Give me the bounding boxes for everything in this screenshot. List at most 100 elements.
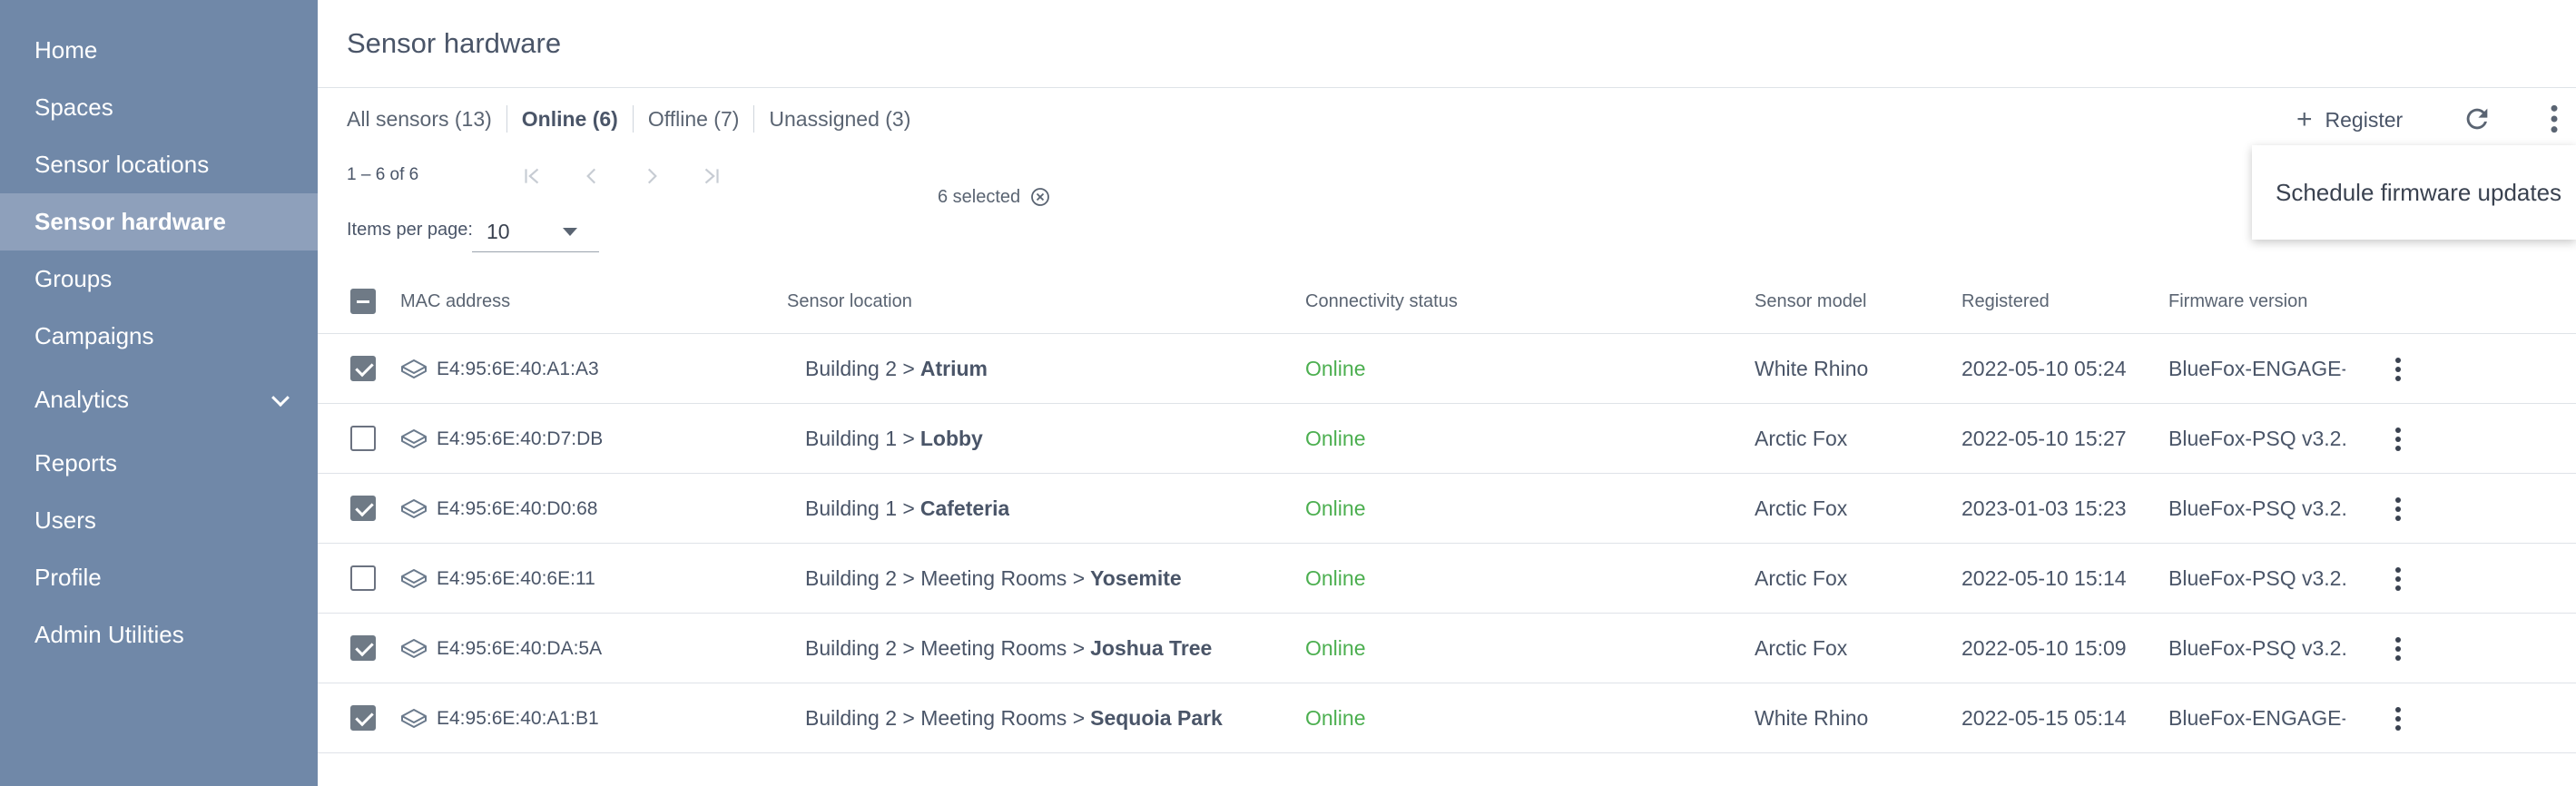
sidebar-item-profile[interactable]: Profile: [0, 549, 318, 606]
sidebar-item-label: Reports: [34, 449, 118, 477]
registered-date: 2022-05-10 15:14: [1961, 566, 2127, 590]
first-page-button[interactable]: [508, 160, 556, 192]
sidebar-item-label: Sensor locations: [34, 151, 210, 178]
sidebar-item-label: Admin Utilities: [34, 621, 184, 648]
sensor-location[interactable]: Building 2 > Meeting Rooms > Yosemite: [805, 544, 1182, 614]
location-path: Building 2 > Meeting Rooms >: [805, 706, 1086, 730]
location-name: Cafeteria: [919, 496, 1010, 520]
connectivity-status: Online: [1305, 636, 1366, 660]
sidebar-item-campaigns[interactable]: Campaigns: [0, 308, 318, 365]
connectivity-status: Online: [1305, 496, 1366, 520]
next-page-button[interactable]: [628, 160, 675, 192]
menu-item-schedule-firmware-updates[interactable]: Schedule firmware updates: [2252, 145, 2576, 240]
location-name: Yosemite: [1090, 566, 1182, 590]
mac-address[interactable]: E4:95:6E:40:A1:A3: [437, 334, 599, 404]
chevron-left-icon: [586, 168, 596, 184]
tab-online[interactable]: Online (6): [506, 105, 633, 133]
last-page-icon: [704, 168, 719, 184]
sensor-location[interactable]: Building 1 > Lobby: [805, 404, 983, 474]
sensor-location[interactable]: Building 2 > Atrium: [805, 334, 988, 404]
sensor-icon: [401, 639, 427, 658]
items-per-page-value: 10: [487, 220, 510, 243]
tab-unassigned[interactable]: Unassigned (3): [753, 105, 925, 133]
sensor-model: Arctic Fox: [1755, 427, 1848, 450]
sidebar-item-home[interactable]: Home: [0, 22, 318, 79]
table-row[interactable]: E4:95:6E:40:A1:A3 Building 2 > Atrium Onlin…: [318, 334, 2576, 404]
sidebar-item-groups[interactable]: Groups: [0, 251, 318, 308]
sidebar-item-label: Analytics: [34, 386, 130, 413]
column-header-status[interactable]: Connectivity status: [1305, 269, 1458, 334]
clear-selection-icon[interactable]: [1029, 186, 1051, 208]
sidebar-item-reports[interactable]: Reports: [0, 435, 318, 492]
items-per-page-select[interactable]: 10: [472, 212, 599, 252]
sensor-location[interactable]: Building 2 > Meeting Rooms > Joshua Tree: [805, 614, 1212, 683]
mac-address[interactable]: E4:95:6E:40:6E:11: [437, 544, 595, 614]
pagination-controls: [508, 160, 735, 192]
register-label: Register: [2325, 107, 2404, 132]
location-path: Building 1 >: [805, 427, 915, 450]
menu-item-label: Schedule firmware updates: [2276, 178, 2562, 206]
column-header-mac[interactable]: MAC address: [400, 269, 510, 334]
last-page-button[interactable]: [688, 160, 735, 192]
tab-all-sensors[interactable]: All sensors (13): [347, 105, 506, 133]
row-more-icon[interactable]: [2387, 422, 2409, 457]
refresh-icon[interactable]: [2462, 103, 2492, 134]
row-more-icon[interactable]: [2387, 492, 2409, 526]
sidebar-item-analytics[interactable]: Analytics: [0, 371, 318, 428]
firmware-version: BlueFox-PSQ v3.2.4: [2168, 496, 2345, 520]
table-row[interactable]: E4:95:6E:40:A1:B1 Building 2 > Meeting Ro…: [318, 683, 2576, 753]
location-name: Joshua Tree: [1090, 636, 1213, 660]
tab-offline[interactable]: Offline (7): [632, 105, 754, 133]
more-vertical-icon[interactable]: [2542, 102, 2567, 136]
sidebar-item-spaces[interactable]: Spaces: [0, 79, 318, 136]
table-row[interactable]: E4:95:6E:40:D7:DB Building 1 > Lobby Online…: [318, 404, 2576, 474]
table-row[interactable]: E4:95:6E:40:DA:5A Building 2 > Meeting Ro…: [318, 614, 2576, 683]
mac-address[interactable]: E4:95:6E:40:D7:DB: [437, 404, 603, 474]
location-path: Building 2 > Meeting Rooms >: [805, 566, 1086, 590]
table-row[interactable]: E4:95:6E:40:D0:68 Building 1 > Cafeteria On…: [318, 474, 2576, 544]
row-checkbox[interactable]: [350, 565, 376, 591]
page-title: Sensor hardware: [347, 27, 562, 59]
sidebar-item-sensor-hardware[interactable]: Sensor hardware: [0, 193, 318, 251]
column-header-registered[interactable]: Registered: [1961, 269, 2050, 334]
sidebar-item-admin-utilities[interactable]: Admin Utilities: [0, 606, 318, 663]
row-more-icon[interactable]: [2387, 562, 2409, 596]
sidebar-item-label: Groups: [34, 265, 113, 292]
location-name: Lobby: [919, 427, 983, 450]
row-checkbox[interactable]: [350, 705, 376, 731]
caret-down-icon: [563, 228, 577, 236]
column-header-model[interactable]: Sensor model: [1755, 269, 1866, 334]
table-row[interactable]: E4:95:6E:40:6E:11 Building 2 > Meeting Ro…: [318, 544, 2576, 614]
mac-address[interactable]: E4:95:6E:40:A1:B1: [437, 683, 599, 753]
previous-page-button[interactable]: [568, 160, 615, 192]
selected-count: 6 selected: [938, 186, 1021, 207]
connectivity-status: Online: [1305, 427, 1366, 450]
column-header-location[interactable]: Sensor location: [787, 269, 912, 334]
connectivity-status: Online: [1305, 706, 1366, 730]
sensor-icon: [401, 359, 427, 378]
mac-address[interactable]: E4:95:6E:40:DA:5A: [437, 614, 602, 683]
plus-icon: +: [2296, 104, 2313, 134]
row-checkbox[interactable]: [350, 426, 376, 451]
sidebar-item-sensor-locations[interactable]: Sensor locations: [0, 136, 318, 193]
sensor-location[interactable]: Building 2 > Meeting Rooms > Sequoia Park: [805, 683, 1223, 753]
sidebar-item-label: Profile: [34, 564, 102, 591]
row-more-icon[interactable]: [2387, 352, 2409, 387]
location-name: Atrium: [919, 357, 988, 380]
select-all-checkbox[interactable]: [350, 289, 376, 314]
sidebar-item-users[interactable]: Users: [0, 492, 318, 549]
mac-address[interactable]: E4:95:6E:40:D0:68: [437, 474, 597, 544]
table-header: MAC address Sensor location Connectivity…: [318, 269, 2576, 334]
row-checkbox[interactable]: [350, 496, 376, 521]
sensor-location[interactable]: Building 1 > Cafeteria: [805, 474, 1009, 544]
row-more-icon[interactable]: [2387, 702, 2409, 736]
row-checkbox[interactable]: [350, 635, 376, 661]
first-page-icon: [525, 168, 539, 184]
row-checkbox[interactable]: [350, 356, 376, 381]
row-more-icon[interactable]: [2387, 632, 2409, 666]
register-button[interactable]: + Register: [2296, 102, 2403, 138]
sensor-icon: [401, 429, 427, 448]
column-header-firmware[interactable]: Firmware version: [2168, 269, 2307, 334]
registered-date: 2023-01-03 15:23: [1961, 496, 2127, 520]
firmware-version: BlueFox-PSQ v3.2.4: [2168, 427, 2345, 450]
